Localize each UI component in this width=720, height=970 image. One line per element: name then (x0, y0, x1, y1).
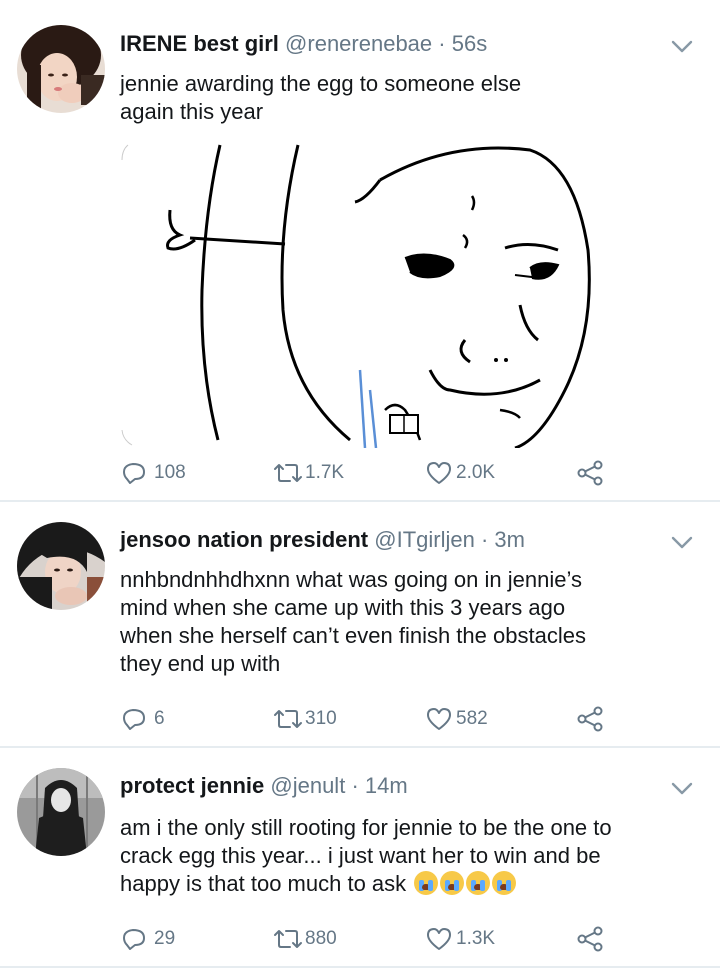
share-icon (577, 706, 603, 732)
tweet-actions: 6 310 582 (120, 703, 620, 735)
retweet-count: 310 (305, 708, 337, 729)
reply-button[interactable]: 6 (120, 703, 165, 735)
meme-face-image[interactable] (120, 140, 595, 448)
share-button[interactable] (575, 457, 605, 489)
user-handle[interactable]: @renerenebae (285, 31, 432, 56)
share-icon (577, 460, 603, 486)
heart-icon (427, 928, 451, 950)
like-count: 582 (456, 708, 488, 729)
retweet-count: 880 (305, 928, 337, 949)
like-button[interactable]: 1.3K (425, 923, 495, 955)
reply-icon (123, 709, 145, 730)
timestamp[interactable]: · 3m (481, 527, 525, 552)
retweet-button[interactable]: 880 (272, 923, 337, 955)
display-name[interactable]: IRENE best girl (120, 31, 279, 56)
display-name[interactable]: protect jennie (120, 773, 264, 798)
loudly-crying-face-icon (466, 871, 491, 895)
reply-icon (123, 463, 145, 484)
retweet-icon (274, 464, 302, 482)
like-count: 1.3K (456, 928, 496, 949)
like-button[interactable]: 2.0K (425, 457, 495, 489)
tweet-3[interactable]: protect jennie @jenult · 14m am i the on… (0, 748, 720, 970)
reply-button[interactable]: 108 (120, 457, 186, 489)
reply-count: 108 (154, 462, 186, 483)
avatar[interactable] (17, 522, 105, 610)
like-count: 2.0K (456, 462, 496, 483)
retweet-button[interactable]: 1.7K (272, 457, 344, 489)
like-button[interactable]: 582 (425, 703, 488, 735)
tweet-text: am i the only still rooting for jennie t… (120, 814, 695, 898)
tweet-text-content: am i the only still rooting for jennie t… (120, 815, 612, 896)
tweet-actions: 108 1.7K 2.0K (120, 457, 620, 489)
retweet-icon (274, 710, 302, 728)
retweet-icon (274, 930, 302, 948)
heart-icon (427, 708, 451, 730)
reply-count: 6 (154, 708, 165, 729)
timestamp[interactable]: · 56s (438, 31, 487, 56)
reply-button[interactable]: 29 (120, 923, 175, 955)
loudly-crying-face-icon (440, 871, 465, 895)
chevron-down-icon[interactable] (668, 32, 696, 60)
loudly-crying-face-icon (492, 871, 517, 895)
reply-count: 29 (154, 928, 176, 949)
tweet-2[interactable]: jensoo nation president @ITgirljen · 3m … (0, 502, 720, 746)
tweet-header: IRENE best girl @renerenebae · 56s (120, 31, 487, 57)
divider (0, 966, 720, 968)
loudly-crying-face-icon (414, 871, 439, 895)
retweet-count: 1.7K (305, 462, 345, 483)
user-handle[interactable]: @ITgirljen (374, 527, 475, 552)
tweet-header: protect jennie @jenult · 14m (120, 773, 408, 799)
tweet-header: jensoo nation president @ITgirljen · 3m (120, 527, 525, 553)
share-icon (577, 926, 603, 952)
user-handle[interactable]: @jenult (270, 773, 345, 798)
reply-icon (123, 929, 145, 950)
heart-icon (427, 462, 451, 484)
timestamp[interactable]: · 14m (351, 773, 407, 798)
chevron-down-icon[interactable] (668, 774, 696, 802)
share-button[interactable] (575, 923, 605, 955)
chevron-down-icon[interactable] (668, 528, 696, 556)
tweet-text: nnhbndnhhdhxnn what was going on in jenn… (120, 567, 586, 676)
display-name[interactable]: jensoo nation president (120, 527, 368, 552)
avatar[interactable] (17, 25, 105, 113)
tweet-text: jennie awarding the egg to someone else … (120, 71, 522, 124)
tweet-1[interactable]: IRENE best girl @renerenebae · 56s jenni… (0, 0, 720, 500)
retweet-button[interactable]: 310 (272, 703, 337, 735)
avatar[interactable] (17, 768, 105, 856)
tweet-actions: 29 880 1.3K (120, 923, 620, 955)
share-button[interactable] (575, 703, 605, 735)
